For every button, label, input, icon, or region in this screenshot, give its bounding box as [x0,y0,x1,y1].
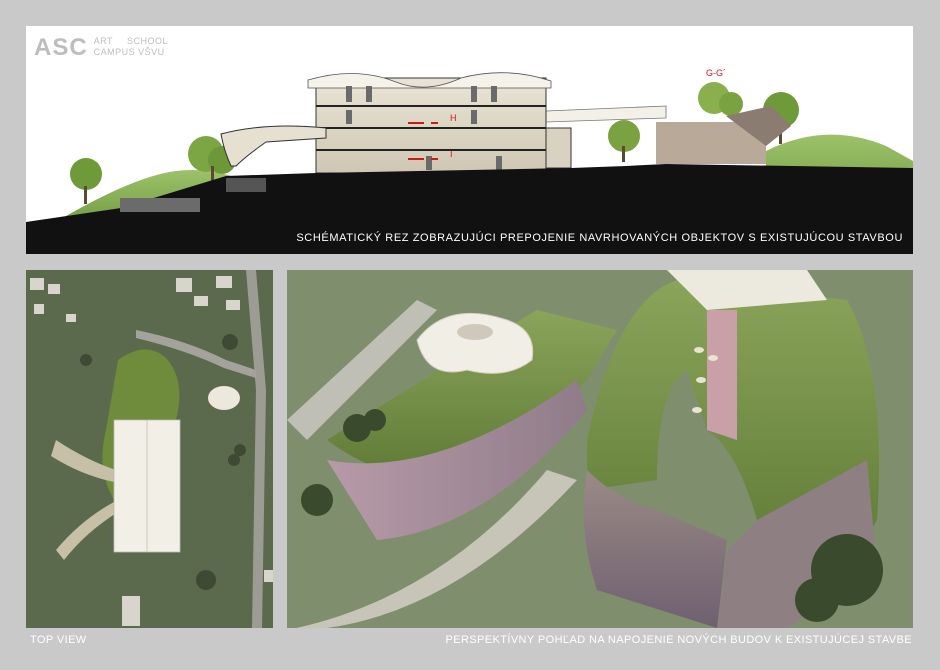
logo-line1a: ART [93,36,114,46]
perspective-caption: PERSPEKTÍVNY POHĽAD NA NAPOJENIE NOVÝCH … [445,634,912,646]
logo-line2: CAMPUS VŠVU [93,47,165,57]
section-caption: SCHÉMATICKÝ REZ ZOBRAZUJÚCI PREPOJENIE N… [296,232,903,244]
presentation-board: H I J ASC ART SCHOOL CAMPUS VŠVU G-G´ SCH… [0,0,940,670]
section-cut-label: G-G´ [706,68,726,78]
top-view-panel [26,270,273,628]
tree-icon [70,158,102,204]
tree-icon [608,120,640,162]
asc-logo: ASC ART SCHOOL CAMPUS VŠVU [34,36,182,60]
marker-h: H [450,113,457,123]
bridge-connection [545,105,667,123]
logo-text: ART SCHOOL CAMPUS VŠVU [94,36,182,58]
section-drawing-panel: H I J ASC ART SCHOOL CAMPUS VŠVU G-G´ SCH… [26,26,913,254]
perspective-image [287,270,913,628]
logo-line1b: SCHOOL [127,36,169,46]
perspective-panel [287,270,913,628]
section-drawing: H I J [26,72,913,254]
top-view-image [26,270,273,628]
marker-i: I [450,149,453,159]
top-view-caption: TOP VIEW [30,634,87,646]
logo-mark: ASC [34,34,88,61]
cantilever-wing [220,125,327,167]
tree-icon [698,82,743,116]
